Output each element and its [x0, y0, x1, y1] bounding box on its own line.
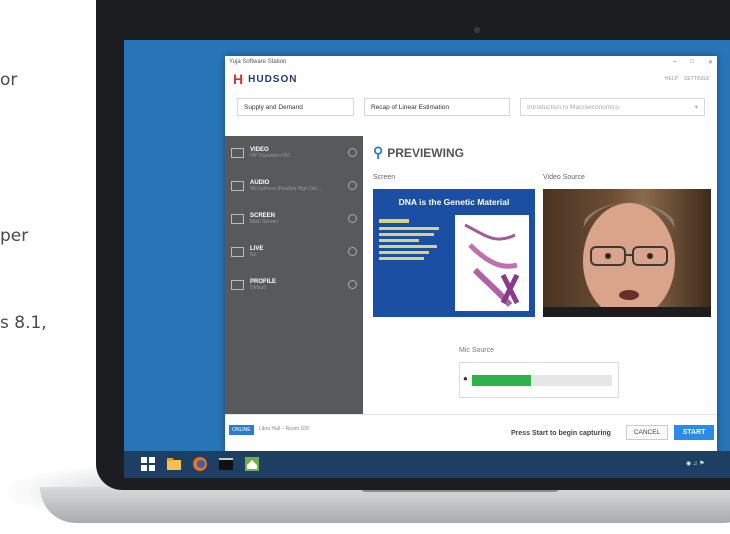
- mic-source-label: Mic Source: [459, 347, 495, 354]
- windows-start-icon[interactable]: [140, 456, 156, 472]
- topic-select-value: Recap of Linear Estimation: [370, 103, 449, 111]
- sidebar-item-sublabel: Microphone (Realtek High Def...: [250, 185, 322, 192]
- app-window: Yuja Software Station – □ ✕ H HUDSON HEL…: [225, 56, 717, 451]
- course-selectors: Supply and Demand Recap of Linear Estima…: [225, 90, 717, 116]
- sidebar-item-profile[interactable]: PROFILE Default: [225, 268, 363, 301]
- slide-title: DNA is the Genetic Material: [398, 197, 510, 207]
- video-source-label: Video Source: [543, 174, 585, 181]
- sidebar-item-label: PROFILE: [250, 278, 277, 285]
- minimize-button[interactable]: –: [673, 59, 676, 66]
- subject-select-value: Supply and Demand: [244, 103, 303, 111]
- screen-icon: [231, 213, 244, 224]
- brand-name: HUDSON: [248, 73, 298, 85]
- sidebar-item-label: LIVE: [250, 245, 264, 252]
- dna-diagram-image: [455, 215, 529, 311]
- screen-preview: DNA is the Genetic Material: [373, 189, 535, 317]
- laptop-base: [40, 487, 730, 523]
- network-icon[interactable]: ◉: [686, 461, 691, 467]
- maximize-button[interactable]: □: [690, 59, 694, 66]
- preview-heading: ⚲ PREVIEWING: [373, 144, 717, 161]
- footer-bar: ONLINE Libra Hall – Room 109 Press Start…: [225, 414, 717, 452]
- sidebar-item-screen[interactable]: SCREEN Main Screen: [225, 202, 363, 235]
- settings-link[interactable]: SETTINGS: [684, 76, 709, 82]
- webcam-icon: [474, 27, 480, 33]
- home-app-icon[interactable]: [244, 456, 260, 472]
- location-text: Libra Hall – Room 109: [259, 426, 309, 432]
- mic-level-fill: [472, 375, 531, 386]
- video-icon: [231, 147, 244, 158]
- sidebar-item-live[interactable]: LIVE No: [225, 235, 363, 268]
- logo-mark-icon: H: [233, 71, 245, 87]
- flag-icon[interactable]: ⚑: [699, 461, 704, 467]
- sidebar-item-sublabel: HP Truevision HD: [250, 152, 290, 159]
- live-icon: [231, 246, 244, 257]
- chevron-circle-icon[interactable]: [348, 148, 357, 157]
- chevron-circle-icon[interactable]: [348, 247, 357, 256]
- course-select[interactable]: Introduction to Macroeconomics ▾: [520, 98, 705, 116]
- sidebar-item-label: SCREEN: [250, 212, 276, 219]
- sidebar-item-video[interactable]: VIDEO HP Truevision HD: [225, 136, 363, 169]
- terminal-icon[interactable]: [218, 456, 234, 472]
- help-link[interactable]: HELP: [665, 76, 678, 82]
- screen-label: Screen: [373, 174, 396, 181]
- sidebar-item-text: VIDEO HP Truevision HD: [250, 147, 290, 159]
- course-select-value: Introduction to Macroeconomics: [527, 103, 620, 111]
- system-tray: ◉ ♫ ⚑: [686, 460, 704, 467]
- background-text-2: per: [0, 226, 29, 246]
- preview-title: PREVIEWING: [387, 145, 464, 160]
- desktop-screen: Yuja Software Station – □ ✕ H HUDSON HEL…: [124, 40, 730, 478]
- sidebar-item-sublabel: No: [250, 251, 257, 258]
- file-explorer-icon[interactable]: [166, 456, 182, 472]
- start-button[interactable]: START: [674, 425, 714, 440]
- chevron-circle-icon[interactable]: [348, 280, 357, 289]
- capture-hint: Press Start to begin capturing: [511, 430, 611, 437]
- chevron-circle-icon[interactable]: [348, 214, 357, 223]
- slide-bullets: [379, 219, 449, 263]
- sidebar-item-text: SCREEN Main Screen: [250, 213, 278, 225]
- preview-panel: ⚲ PREVIEWING Screen Video Source DNA is …: [373, 144, 717, 414]
- mic-level-meter: ●: [459, 362, 619, 398]
- profile-icon: [231, 279, 244, 290]
- audio-icon: [231, 180, 244, 191]
- cancel-button[interactable]: CANCEL: [626, 425, 668, 440]
- sidebar-item-text: PROFILE Default: [250, 279, 276, 291]
- brand-logo: H HUDSON: [233, 71, 297, 87]
- video-preview: [543, 189, 711, 317]
- title-bar: Yuja Software Station – □ ✕: [225, 56, 717, 68]
- sidebar-item-text: AUDIO Microphone (Realtek High Def...: [250, 180, 321, 192]
- sidebar: VIDEO HP Truevision HD AUDIO Microphone (Re…: [225, 136, 363, 414]
- topic-select[interactable]: Recap of Linear Estimation: [363, 98, 511, 116]
- app-header: H HUDSON HELP SETTINGS: [225, 68, 717, 90]
- subject-select[interactable]: Supply and Demand: [237, 98, 354, 116]
- sidebar-item-text: LIVE No: [250, 246, 263, 258]
- close-button[interactable]: ✕: [708, 59, 713, 66]
- status-badge: ONLINE: [229, 425, 254, 435]
- window-title: Yuja Software Station: [229, 59, 287, 65]
- sidebar-item-audio[interactable]: AUDIO Microphone (Realtek High Def...: [225, 169, 363, 202]
- background-text-1: or: [0, 70, 18, 90]
- sidebar-item-sublabel: Default: [250, 284, 266, 291]
- chevron-down-icon: ▾: [694, 104, 698, 111]
- taskbar: ◉ ♫ ⚑: [124, 451, 730, 478]
- sidebar-item-sublabel: Main Screen: [250, 218, 279, 225]
- background-text-3: s 8.1,: [0, 313, 47, 333]
- firefox-icon[interactable]: [192, 456, 208, 472]
- microphone-icon: ●: [463, 374, 468, 383]
- mic-level-track: [472, 375, 612, 386]
- search-icon: ⚲: [373, 144, 384, 160]
- chevron-circle-icon[interactable]: [348, 181, 357, 190]
- volume-icon[interactable]: ♫: [693, 461, 698, 467]
